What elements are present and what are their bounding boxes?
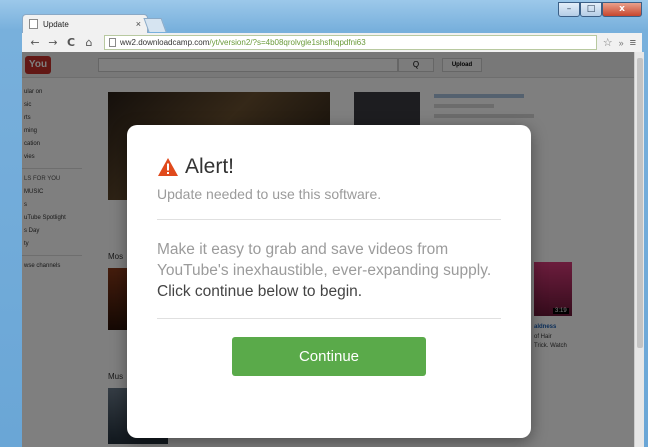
bookmark-star-icon[interactable]: ☆ (603, 36, 613, 49)
page-icon (29, 19, 38, 29)
alert-body-strong: Click continue below to begin. (157, 283, 363, 300)
back-icon[interactable]: ← (28, 36, 42, 49)
home-icon[interactable]: ⌂ (82, 36, 96, 49)
url-host: ww2.downloadcamp.com (120, 38, 210, 47)
alert-title: Alert! (185, 155, 235, 178)
reload-icon[interactable]: C (64, 36, 78, 49)
divider (157, 219, 501, 220)
address-bar[interactable]: ww2.downloadcamp.com /yt/version2/?s=4b0… (104, 35, 597, 50)
extensions-icon[interactable]: » (619, 38, 624, 48)
tab-title: Update (43, 19, 69, 29)
alert-body-text: Make it easy to grab and save videos fro… (157, 241, 492, 279)
tab-close-icon[interactable]: × (136, 19, 141, 29)
close-window-button[interactable]: x (602, 2, 642, 17)
divider (157, 318, 501, 319)
new-tab-button[interactable] (143, 18, 167, 32)
warning-icon (158, 158, 178, 176)
continue-button[interactable]: Continue (232, 337, 426, 376)
page-scrollbar[interactable] (634, 52, 644, 447)
alert-subtitle: Update needed to use this software. (157, 186, 382, 202)
alert-dialog: Alert! Update needed to use this softwar… (127, 125, 531, 438)
alert-body: Make it easy to grab and save videos fro… (157, 239, 501, 302)
forward-icon[interactable]: → (46, 36, 60, 49)
window-controls: – □ x (558, 2, 642, 17)
page-icon (109, 38, 116, 47)
maximize-button[interactable]: □ (580, 2, 602, 17)
scrollbar-thumb[interactable] (637, 58, 643, 348)
alert-header: Alert! (157, 155, 501, 179)
minimize-button[interactable]: – (558, 2, 580, 17)
browser-toolbar: ← → C ⌂ ww2.downloadcamp.com /yt/version… (22, 33, 642, 52)
browser-tab[interactable]: Update × (22, 14, 148, 33)
menu-icon[interactable]: ≡ (630, 37, 636, 49)
url-path: /yt/version2/?s=4b08qrolvgle1shsfhqpdfni… (209, 38, 366, 47)
